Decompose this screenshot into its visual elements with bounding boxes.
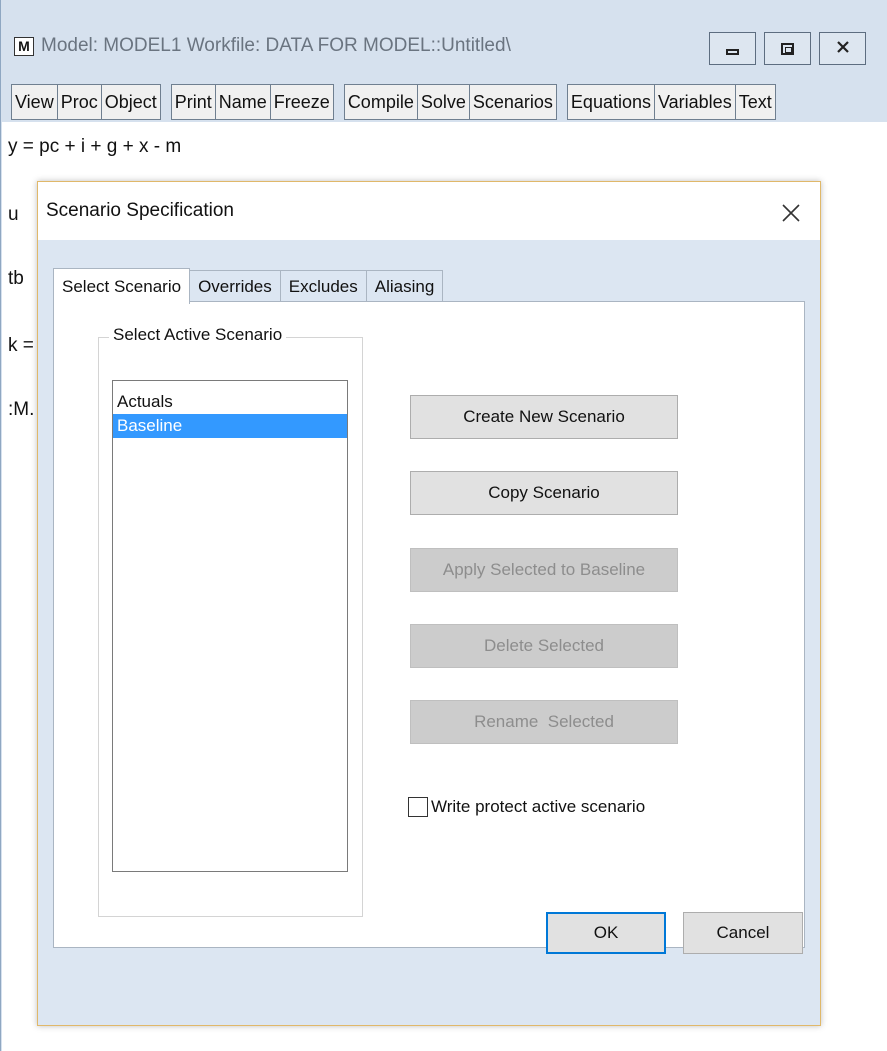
write-protect-option[interactable]: Write protect active scenario: [408, 797, 645, 823]
scenario-list[interactable]: Actuals Baseline: [112, 380, 348, 872]
solve-button[interactable]: Solve: [418, 85, 470, 119]
maximize-button[interactable]: [764, 32, 811, 65]
equation-line: k =: [8, 335, 34, 356]
minimize-icon: [726, 48, 739, 55]
close-window-button[interactable]: [819, 32, 866, 65]
scenarios-button[interactable]: Scenarios: [470, 85, 556, 119]
model-app-icon: M: [14, 37, 34, 56]
text-button[interactable]: Text: [736, 85, 775, 119]
equations-button[interactable]: Equations: [568, 85, 655, 119]
toolbar-group-equations: Equations Variables Text: [566, 84, 776, 120]
tab-excludes[interactable]: Excludes: [279, 270, 367, 302]
print-button[interactable]: Print: [172, 85, 216, 119]
dialog-title: Scenario Specification: [46, 200, 234, 221]
close-icon: [781, 195, 801, 226]
equation-line: u: [8, 204, 19, 225]
toolbar-group-print: Print Name Freeze: [170, 84, 334, 120]
rename-selected-button[interactable]: Rename Selected: [410, 700, 678, 744]
view-button[interactable]: View: [12, 85, 58, 119]
write-protect-label: Write protect active scenario: [431, 797, 646, 816]
delete-selected-button[interactable]: Delete Selected: [410, 624, 678, 668]
list-item-baseline[interactable]: Baseline: [113, 414, 347, 438]
equation-line: tb: [8, 268, 24, 289]
close-icon: [835, 39, 851, 58]
maximize-icon: [781, 42, 794, 55]
list-item-actuals[interactable]: Actuals: [113, 390, 347, 414]
toolbar-group-compile: Compile Solve Scenarios: [343, 84, 557, 120]
ok-button[interactable]: OK: [546, 912, 666, 954]
tab-aliasing[interactable]: Aliasing: [365, 270, 444, 302]
copy-scenario-button[interactable]: Copy Scenario: [410, 471, 678, 515]
tab-select-scenario[interactable]: Select Scenario: [53, 268, 191, 304]
tab-overrides[interactable]: Overrides: [189, 270, 281, 302]
cancel-button[interactable]: Cancel: [683, 912, 803, 954]
object-button[interactable]: Object: [102, 85, 160, 119]
minimize-button[interactable]: [709, 32, 756, 65]
scenario-specification-dialog: Scenario Specification Select Scenario Ov…: [37, 181, 821, 1026]
apply-selected-to-baseline-button[interactable]: Apply Selected to Baseline: [410, 548, 678, 592]
proc-button[interactable]: Proc: [58, 85, 102, 119]
select-active-scenario-group: Select Active Scenario Actuals Baseline: [98, 325, 363, 917]
create-new-scenario-button[interactable]: Create New Scenario: [410, 395, 678, 439]
write-protect-checkbox[interactable]: [408, 797, 428, 817]
variables-button[interactable]: Variables: [655, 85, 736, 119]
name-button[interactable]: Name: [216, 85, 271, 119]
window-title: Model: MODEL1 Workfile: DATA FOR MODEL::…: [41, 35, 511, 56]
group-label: Select Active Scenario: [109, 325, 287, 345]
model-toolbar: View Proc Object Print Name Freeze Compile So…: [11, 84, 776, 120]
dialog-close-button[interactable]: [772, 192, 810, 230]
select-scenario-panel: Select Active Scenario Actuals Baseline …: [53, 301, 805, 948]
toolbar-group-view: View Proc Object: [11, 84, 161, 120]
title-bar[interactable]: M Model: MODEL1 Workfile: DATA FOR MODEL…: [1, 0, 887, 80]
equation-line: y = pc + i + g + x - m: [8, 136, 182, 157]
equation-line: :M.: [8, 399, 35, 420]
compile-button[interactable]: Compile: [345, 85, 418, 119]
tab-strip: Select Scenario Overrides Excludes Aliasing: [53, 266, 444, 304]
dialog-title-bar[interactable]: Scenario Specification: [38, 182, 820, 240]
freeze-button[interactable]: Freeze: [271, 85, 333, 119]
